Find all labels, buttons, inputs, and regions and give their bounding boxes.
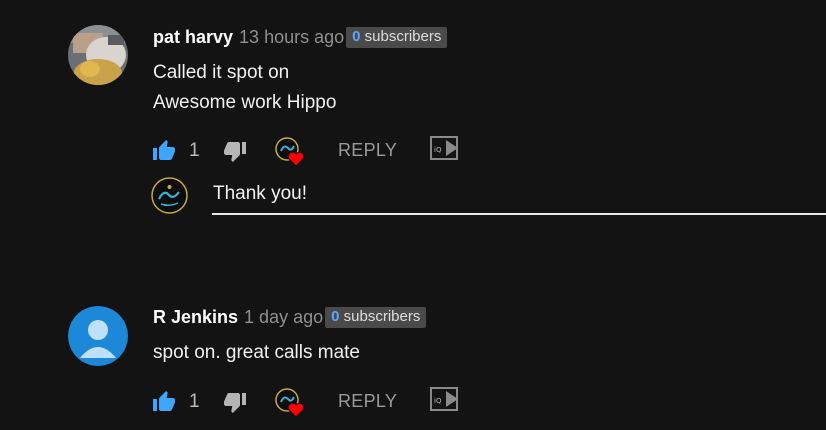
creator-heart-icon[interactable] xyxy=(274,387,308,419)
comment-line: Called it spot on xyxy=(153,62,290,83)
comment-header: pat harvy 13 hours ago 0 subscribers xyxy=(153,27,448,48)
reply-input[interactable] xyxy=(212,175,826,215)
iq-icon[interactable]: iQ xyxy=(430,136,460,162)
default-user-icon[interactable] xyxy=(68,306,128,366)
like-icon[interactable] xyxy=(152,390,176,414)
iq-icon[interactable]: iQ xyxy=(430,387,460,413)
dislike-icon[interactable] xyxy=(223,390,247,414)
subscribers-label: subscribers xyxy=(360,28,442,45)
like-count: 1 xyxy=(189,140,200,161)
author-name[interactable]: R Jenkins xyxy=(153,307,238,328)
reply-box xyxy=(0,175,826,220)
author-name[interactable]: pat harvy xyxy=(153,27,233,48)
comment-time[interactable]: 13 hours ago xyxy=(239,27,344,48)
subscribers-badge: 0 subscribers xyxy=(325,307,427,328)
comment-line: spot on. great calls mate xyxy=(153,342,360,363)
reply-button[interactable]: REPLY xyxy=(338,391,397,412)
comment-r-jenkins: R Jenkins 1 day ago 0 subscribers spot o… xyxy=(0,290,826,430)
subscribers-badge: 0 subscribers xyxy=(346,27,448,48)
reply-button[interactable]: REPLY xyxy=(338,140,397,161)
like-icon[interactable] xyxy=(152,139,176,163)
comment-line: Awesome work Hippo xyxy=(153,92,337,113)
comment-actions: 1 REPLY iQ xyxy=(152,136,472,168)
comment-header: R Jenkins 1 day ago 0 subscribers xyxy=(153,307,427,328)
dislike-icon[interactable] xyxy=(223,139,247,163)
like-count: 1 xyxy=(189,391,200,412)
svg-text:iQ: iQ xyxy=(434,146,442,154)
svg-text:iQ: iQ xyxy=(434,397,442,405)
comment-text: spot on. great calls mate xyxy=(153,338,360,368)
comment-text: Called it spot on Awesome work Hippo xyxy=(153,58,336,118)
comment-actions: 1 REPLY iQ xyxy=(152,387,472,419)
avatar[interactable] xyxy=(68,25,128,85)
channel-logo-icon xyxy=(151,177,188,214)
comment-pat-harvy: pat harvy 13 hours ago 0 subscribers Cal… xyxy=(0,0,826,175)
comment-time[interactable]: 1 day ago xyxy=(244,307,323,328)
subscribers-label: subscribers xyxy=(339,308,421,325)
creator-heart-icon[interactable] xyxy=(274,136,308,168)
